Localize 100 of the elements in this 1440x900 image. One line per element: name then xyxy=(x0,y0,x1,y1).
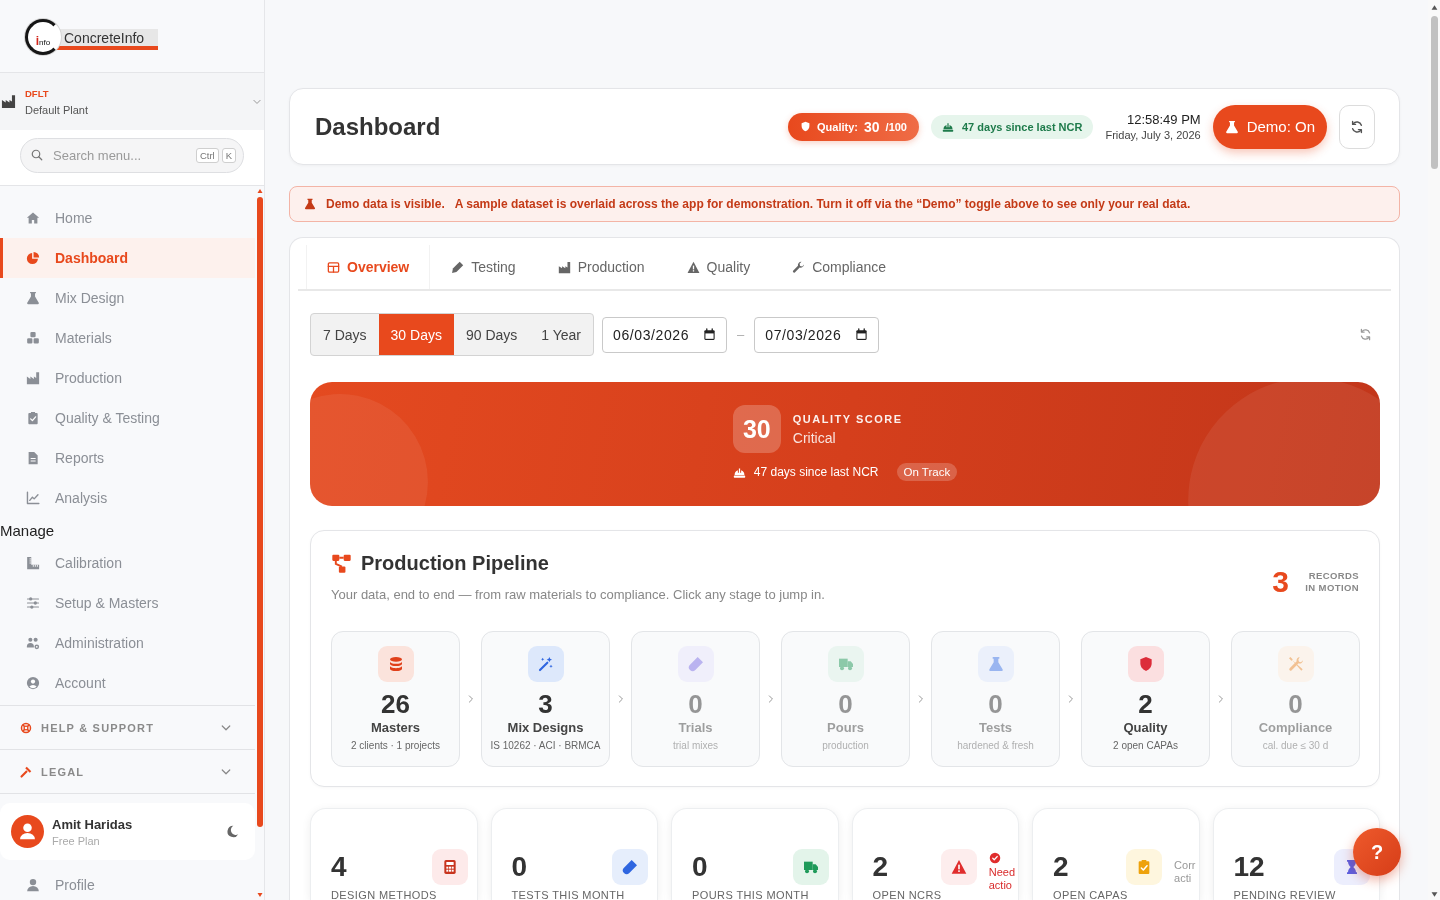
nav-item[interactable]: Administration xyxy=(0,623,255,663)
truck-icon xyxy=(792,849,829,885)
date-field[interactable]: 06/03/2026 xyxy=(602,316,728,353)
stat-note: Corr acti xyxy=(1174,859,1196,885)
plant-selector[interactable]: DFLT Default Plant xyxy=(0,73,264,130)
nav-item[interactable]: Dashboard xyxy=(0,238,255,278)
range-option[interactable]: 90 Days xyxy=(453,314,530,355)
stat-label: TESTS THIS MONTH xyxy=(511,889,625,900)
pipeline-stage[interactable]: 0 Tests hardened & fresh xyxy=(931,631,1060,767)
caret-up-icon[interactable] xyxy=(256,188,263,194)
pipeline-stage[interactable]: 0 Compliance cal. due ≤ 30 d xyxy=(1231,631,1360,767)
caret-up-icon[interactable] xyxy=(1430,4,1438,11)
pipeline-stage[interactable]: 0 Pours production xyxy=(781,631,910,767)
section-toggle[interactable]: LEGAL xyxy=(0,750,255,793)
nav-item[interactable]: Account xyxy=(0,663,255,703)
nav-item[interactable]: Mix Design xyxy=(0,278,255,318)
pipeline-stage[interactable]: 2 Quality 2 open CAPAs xyxy=(1081,631,1210,767)
user-card[interactable]: Amit Haridas Free Plan xyxy=(0,803,255,860)
caret-down-icon[interactable] xyxy=(1430,891,1438,898)
user-name: Amit Haridas xyxy=(52,816,133,832)
nav-item[interactable]: Profile xyxy=(0,870,255,900)
score-label: QUALITY SCORE xyxy=(792,412,903,425)
factory-icon xyxy=(26,371,40,385)
refresh-button[interactable] xyxy=(1339,104,1375,149)
stat-label: DESIGN METHODS xyxy=(331,889,437,900)
page-title: Dashboard xyxy=(315,112,441,141)
wrench-icon xyxy=(792,260,806,274)
tab[interactable]: Compliance xyxy=(771,245,908,289)
nav-item[interactable]: Calibration xyxy=(0,543,255,583)
refresh-icon xyxy=(1350,119,1364,134)
scrollbar-thumb[interactable] xyxy=(256,197,263,827)
pipeline-stage[interactable]: 3 Mix Designs IS 10262 · ACI · BRMCA xyxy=(481,631,610,767)
records-label: RECORDS IN MOTION xyxy=(1304,570,1359,594)
search-icon xyxy=(31,149,43,161)
nav-item[interactable]: Home xyxy=(0,198,255,238)
flask-icon xyxy=(304,198,316,210)
stat-value: 4 xyxy=(331,852,347,882)
nav-item[interactable]: Reports xyxy=(0,438,255,478)
database-icon xyxy=(377,646,414,682)
demo-toggle-button[interactable]: Demo: On xyxy=(1212,104,1327,149)
nav-item[interactable]: Materials xyxy=(0,318,255,358)
range-option[interactable]: 1 Year xyxy=(529,314,593,355)
lifebuoy-icon xyxy=(20,721,32,734)
user-circle-icon xyxy=(26,676,40,690)
stat-value: 2 xyxy=(872,852,889,882)
shortcut-key: Ctrl xyxy=(195,148,219,163)
check-circle-icon xyxy=(988,852,1001,864)
magic-wand-icon xyxy=(527,646,564,682)
calendar-icon xyxy=(703,328,717,341)
factory-icon xyxy=(1,94,16,109)
diagram-icon xyxy=(331,552,352,574)
date-field[interactable]: 07/03/2026 xyxy=(754,316,880,353)
tab[interactable]: Production xyxy=(536,245,666,289)
nav-item[interactable]: Quality & Testing xyxy=(0,398,255,438)
clipboard-check-icon xyxy=(1126,849,1163,885)
refresh-icon[interactable] xyxy=(1359,328,1372,341)
stat-note: Need actio xyxy=(988,866,1015,892)
logo-mark: info xyxy=(25,19,61,55)
score-value: 30 xyxy=(864,118,880,135)
flask-icon xyxy=(1224,119,1239,134)
calendar-icon xyxy=(855,328,869,341)
badge-label: Quality: xyxy=(817,120,858,133)
tab[interactable]: Overview xyxy=(306,245,431,289)
nav-item[interactable]: Analysis xyxy=(0,478,255,518)
grid-icon xyxy=(327,260,340,274)
tab[interactable]: Quality xyxy=(665,245,772,289)
banner-title: Demo data is visible. xyxy=(326,197,445,211)
stat-value: 2 xyxy=(1053,852,1069,882)
shield-icon xyxy=(800,121,812,132)
stat-label: OPEN CAPAS xyxy=(1053,889,1128,900)
calculator-icon xyxy=(431,849,468,885)
truck-icon xyxy=(827,646,864,682)
nav-item[interactable]: Setup & Masters xyxy=(0,583,255,623)
date-separator: – xyxy=(737,327,745,342)
flask-icon xyxy=(26,291,40,305)
section-heading: Manage xyxy=(0,522,55,539)
clipboard-check-icon xyxy=(26,411,40,425)
banner-message: A sample dataset is overlaid across the app for demonstration. Turn it off via the “Demo” toggle above to see only your real data. xyxy=(454,197,1191,211)
caret-down-icon[interactable] xyxy=(256,892,263,898)
shield-icon xyxy=(1127,646,1164,682)
range-option[interactable]: 7 Days xyxy=(311,314,379,355)
scrollbar-thumb[interactable] xyxy=(1430,16,1438,169)
section-toggle[interactable]: HELP & SUPPORT xyxy=(0,706,255,749)
sliders-icon xyxy=(26,596,40,610)
user-icon xyxy=(26,878,40,892)
range-option[interactable]: 30 Days xyxy=(378,314,454,355)
clock-time: 12:58:49 PM xyxy=(1126,112,1201,127)
ruler-icon xyxy=(26,556,40,570)
pen-icon xyxy=(451,260,465,274)
tab[interactable]: Testing xyxy=(430,245,537,289)
score-status: Critical xyxy=(792,429,836,446)
pipeline-stage[interactable]: 26 Masters 2 clients · 1 projects xyxy=(331,631,460,767)
theme-toggle-button[interactable] xyxy=(226,825,239,838)
plan-label: Free Plan xyxy=(52,834,100,847)
section-title: Production Pipeline xyxy=(361,551,549,575)
users-icon xyxy=(26,636,40,650)
stat-label: OPEN NCRS xyxy=(872,889,942,900)
pipeline-stage[interactable]: 0 Trials trial mixes xyxy=(631,631,760,767)
nav-item[interactable]: Production xyxy=(0,358,255,398)
stat-value: 0 xyxy=(511,852,528,882)
